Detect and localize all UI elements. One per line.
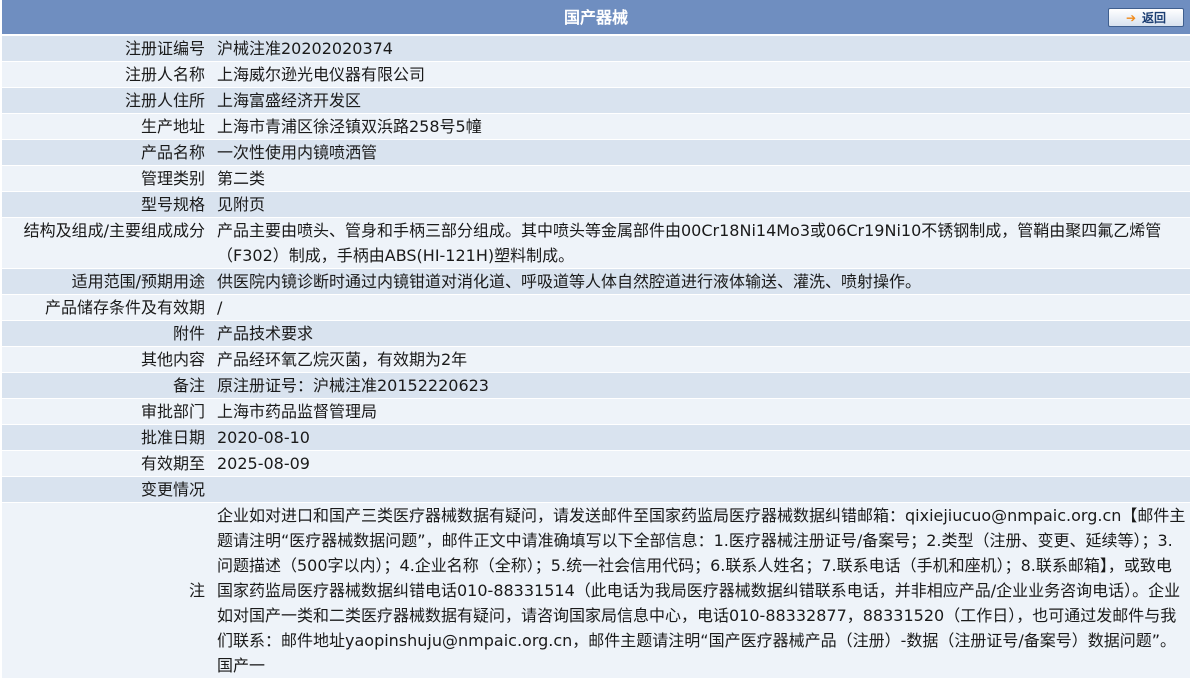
table-row: 注册人名称 上海威尔逊光电仪器有限公司 — [2, 61, 1190, 88]
field-value — [215, 476, 1190, 503]
field-label: 附件 — [2, 320, 215, 347]
field-value: 产品经环氧乙烷灭菌，有效期为2年 — [215, 346, 1190, 373]
field-label: 有效期至 — [2, 450, 215, 477]
field-label: 注册人住所 — [2, 87, 215, 114]
field-label: 注册证编号 — [2, 36, 215, 62]
field-value: 产品技术要求 — [215, 320, 1190, 347]
field-value: 见附页 — [215, 191, 1190, 218]
field-label: 注册人名称 — [2, 61, 215, 88]
field-label: 批准日期 — [2, 424, 215, 451]
table-row: 附件 产品技术要求 — [2, 320, 1190, 347]
table-row: 管理类别 第二类 — [2, 165, 1190, 192]
field-label: 结构及组成/主要组成成分 — [2, 217, 215, 269]
field-label: 产品储存条件及有效期 — [2, 294, 215, 321]
table-row: 审批部门 上海市药品监督管理局 — [2, 398, 1190, 425]
field-value: 原注册证号：沪械注准20152220623 — [215, 372, 1190, 399]
field-label: 备注 — [2, 372, 215, 399]
table-row: 变更情况 — [2, 476, 1190, 503]
back-button[interactable]: ➔ 返回 — [1108, 8, 1184, 27]
field-label: 适用范围/预期用途 — [2, 268, 215, 295]
table-row: 注册证编号 沪械注准20202020374 — [2, 36, 1190, 62]
back-button-label: 返回 — [1142, 11, 1167, 25]
field-label: 管理类别 — [2, 165, 215, 192]
table-row: 适用范围/预期用途 供医院内镜诊断时通过内镜钳道对消化道、呼吸道等人体自然腔道进行… — [2, 268, 1190, 295]
field-label: 审批部门 — [2, 398, 215, 425]
field-value: 产品主要由喷头、管身和手柄三部分组成。其中喷头等金属部件由00Cr18Ni14M… — [215, 217, 1190, 269]
arrow-right-icon: ➔ — [1125, 10, 1137, 25]
page-header: 国产器械 ➔ 返回 — [2, 0, 1190, 36]
field-value: 上海市青浦区徐泾镇双浜路258号5幢 — [215, 113, 1190, 140]
note-row: 注企业如对进口和国产三类医疗器械数据有疑问，请发送邮件至国家药监局医疗器械数据纠… — [2, 502, 1190, 679]
field-value: 供医院内镜诊断时通过内镜钳道对消化道、呼吸道等人体自然腔道进行液体输送、灌洗、喷… — [215, 268, 1190, 295]
table-row: 其他内容 产品经环氧乙烷灭菌，有效期为2年 — [2, 346, 1190, 373]
field-label: 变更情况 — [2, 476, 215, 503]
table-row: 产品名称 一次性使用内镜喷洒管 — [2, 139, 1190, 166]
table-row: 生产地址 上海市青浦区徐泾镇双浜路258号5幢 — [2, 113, 1190, 140]
field-label: 生产地址 — [2, 113, 215, 140]
table-row: 型号规格 见附页 — [2, 191, 1190, 218]
table-row: 产品储存条件及有效期 / — [2, 294, 1190, 321]
field-value: 第二类 — [215, 165, 1190, 192]
page-title: 国产器械 — [563, 8, 628, 27]
field-label: 型号规格 — [2, 191, 215, 218]
table-row: 有效期至 2025-08-09 — [2, 450, 1190, 477]
field-value: 上海市药品监督管理局 — [215, 398, 1190, 425]
table-row: 备注 原注册证号：沪械注准20152220623 — [2, 372, 1190, 399]
note-label: 注 — [2, 502, 215, 679]
note-text: 企业如对进口和国产三类医疗器械数据有疑问，请发送邮件至国家药监局医疗器械数据纠错… — [215, 502, 1190, 679]
field-value: 2020-08-10 — [215, 424, 1190, 451]
table-row: 注册人住所 上海富盛经济开发区 — [2, 87, 1190, 114]
field-value: / — [215, 294, 1190, 321]
field-label: 其他内容 — [2, 346, 215, 373]
table-row: 批准日期 2020-08-10 — [2, 424, 1190, 451]
field-value: 沪械注准20202020374 — [215, 36, 1190, 62]
device-info-table: 注册证编号 沪械注准20202020374 注册人名称 上海威尔逊光电仪器有限公司 注册… — [2, 36, 1190, 679]
field-value: 上海富盛经济开发区 — [215, 87, 1190, 114]
field-label: 产品名称 — [2, 139, 215, 166]
field-value: 一次性使用内镜喷洒管 — [215, 139, 1190, 166]
field-value: 2025-08-09 — [215, 450, 1190, 477]
table-row: 结构及组成/主要组成成分 产品主要由喷头、管身和手柄三部分组成。其中喷头等金属部件… — [2, 217, 1190, 269]
field-value: 上海威尔逊光电仪器有限公司 — [215, 61, 1190, 88]
